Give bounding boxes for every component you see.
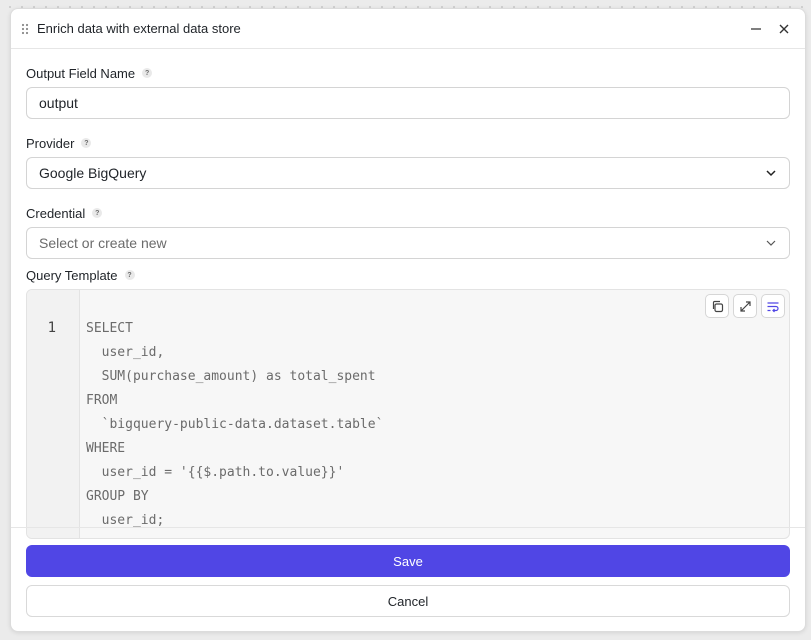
provider-select[interactable]: Google BigQuery [26, 157, 790, 189]
output-field-label-row: Output Field Name ? [26, 65, 790, 81]
line-number-gutter: 1 [27, 290, 80, 538]
help-icon[interactable]: ? [142, 68, 153, 78]
output-field-value: output [39, 95, 78, 111]
chevron-down-icon [765, 237, 777, 249]
provider-value: Google BigQuery [39, 165, 147, 181]
minimize-icon[interactable] [745, 18, 767, 40]
credential-label: Credential [26, 205, 86, 221]
save-button[interactable]: Save [26, 545, 790, 577]
chevron-down-icon [765, 167, 777, 179]
query-template-label: Query Template [26, 267, 118, 283]
credential-select[interactable]: Select or create new [26, 227, 790, 259]
line-number: 1 [47, 320, 56, 336]
dialog-footer: Save Cancel [11, 527, 805, 617]
expand-icon[interactable] [733, 294, 757, 318]
credential-placeholder: Select or create new [39, 235, 167, 251]
enrich-dialog: Enrich data with external data store Out… [10, 8, 806, 632]
close-icon[interactable] [773, 18, 795, 40]
editor-toolbar [705, 294, 785, 318]
help-icon[interactable]: ? [81, 138, 92, 148]
copy-icon[interactable] [705, 294, 729, 318]
query-code[interactable]: SELECT user_id, SUM(purchase_amount) as … [80, 290, 789, 538]
help-icon[interactable]: ? [124, 270, 135, 280]
drag-handle-icon[interactable] [21, 22, 31, 36]
form-body: Output Field Name ? output Provider ? Go… [11, 49, 805, 539]
cancel-button[interactable]: Cancel [26, 585, 790, 617]
help-icon[interactable]: ? [92, 208, 103, 218]
query-template-label-row: Query Template ? [26, 267, 790, 283]
query-template-editor[interactable]: 1 SELECT user_id, SUM(purchase_amount) a… [26, 289, 790, 539]
dialog-header: Enrich data with external data store [11, 9, 805, 49]
output-field-input[interactable]: output [26, 87, 790, 119]
provider-label-row: Provider ? [26, 135, 790, 151]
output-field-label: Output Field Name [26, 65, 136, 81]
credential-label-row: Credential ? [26, 205, 790, 221]
provider-label: Provider [26, 135, 75, 151]
wrap-text-icon[interactable] [761, 294, 785, 318]
dialog-title: Enrich data with external data store [37, 21, 241, 36]
